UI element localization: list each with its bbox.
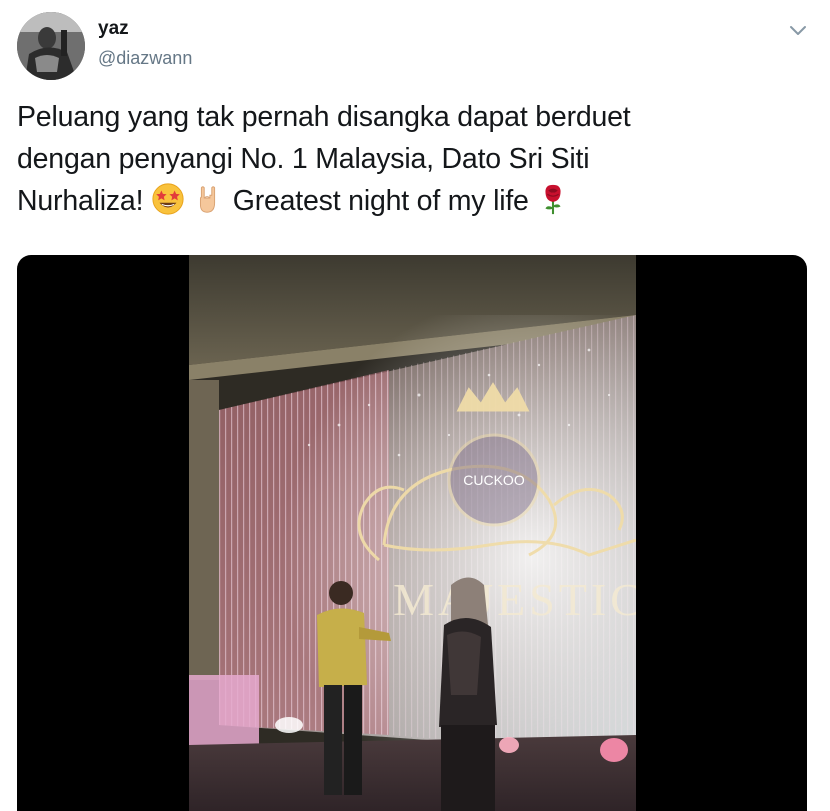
- display-name[interactable]: yaz: [98, 18, 129, 40]
- tweet-text-line-1: Peluang yang tak pernah disangka dapat b…: [17, 101, 631, 133]
- stage-scene-image: CUCKOO MAJESTIC: [189, 255, 636, 811]
- user-handle[interactable]: @diazwann: [98, 48, 192, 69]
- tweet-text-line-3b: Greatest night of my life: [225, 185, 537, 217]
- screen-logo-text: CUCKOO: [463, 472, 525, 488]
- tweet-text-line-2: dengan penyangi No. 1 Malaysia, Dato Sri…: [17, 143, 590, 175]
- tweet-text: Peluang yang tak pernah disangka dapat b…: [17, 96, 807, 222]
- sign-of-horns-emoji-icon: [191, 182, 225, 216]
- chevron-down-icon[interactable]: [784, 16, 812, 44]
- avatar[interactable]: [17, 12, 85, 80]
- backdrop-text: MAJESTIC: [393, 574, 636, 625]
- avatar-photo: [17, 12, 85, 80]
- video-player[interactable]: CUCKOO MAJESTIC: [17, 255, 807, 811]
- tweet-text-line-3: Nurhaliza! Greatest night of my life: [17, 180, 807, 222]
- rose-emoji-icon: [536, 182, 570, 216]
- video-frame: CUCKOO MAJESTIC: [189, 255, 636, 811]
- tweet-text-line-3a: Nurhaliza!: [17, 185, 152, 217]
- tweet-card: yaz @diazwann Peluang yang tak pernah di…: [0, 0, 830, 811]
- star-struck-emoji-icon: [151, 182, 185, 216]
